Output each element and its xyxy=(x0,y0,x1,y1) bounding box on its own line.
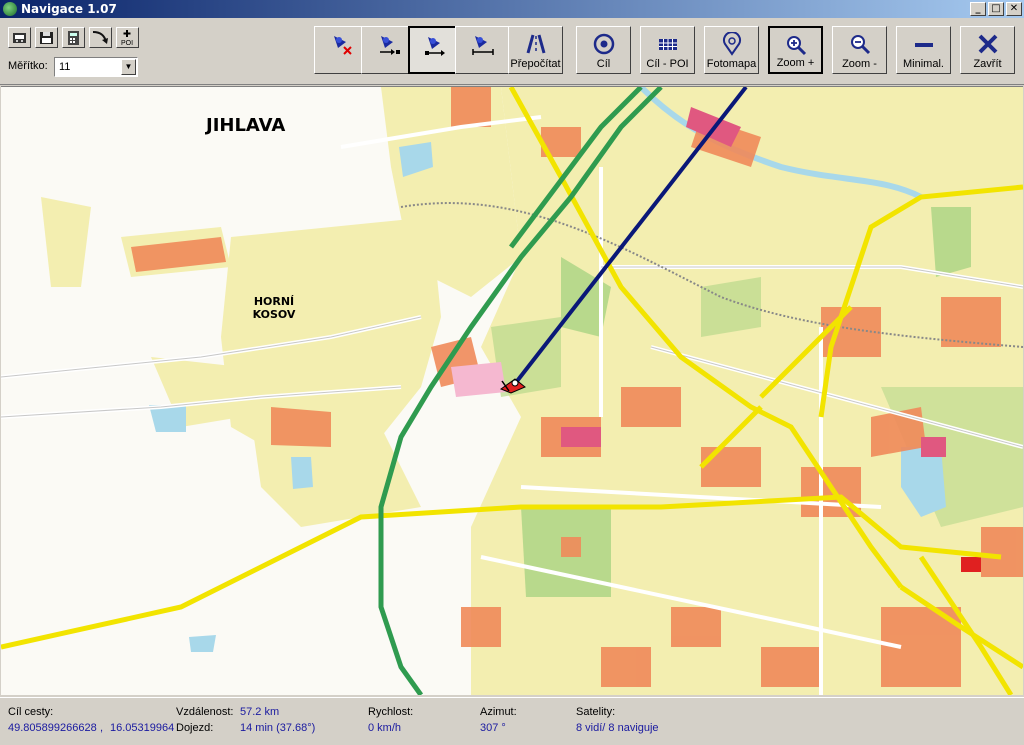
waypoint-route-icon xyxy=(424,37,445,56)
close-app-label: Zavřít xyxy=(973,58,1002,70)
hospital-area xyxy=(451,362,506,397)
minimal-label: Minimal. xyxy=(903,58,944,70)
target-poi-button[interactable]: Cíl - POI xyxy=(640,26,695,74)
chevron-down-icon[interactable]: ▼ xyxy=(121,59,136,75)
zoom-out-button[interactable]: Zoom - xyxy=(832,26,887,74)
recalculate-button[interactable]: Přepočítat xyxy=(508,26,563,74)
save-icon xyxy=(40,32,53,44)
minimize-button[interactable]: _ xyxy=(970,2,986,16)
add-poi-icon: POI xyxy=(121,30,133,47)
waypoint-end-icon xyxy=(471,36,494,55)
eta-label: Dojezd: xyxy=(176,722,214,734)
azimuth-label: Azimut: xyxy=(480,706,517,718)
scale-value: 11 xyxy=(59,61,71,73)
target-latitude: 49.805899266628 xyxy=(8,722,97,734)
globe-icon xyxy=(3,2,17,16)
window-title: Navigace 1.07 xyxy=(21,2,117,16)
close-app-button[interactable]: Zavřít xyxy=(960,26,1015,74)
route-button[interactable] xyxy=(89,27,112,48)
district-label-line-1: HORNÍ xyxy=(253,295,295,308)
gps-receiver-button[interactable] xyxy=(8,27,31,48)
save-button[interactable] xyxy=(35,27,58,48)
waypoint-end-button[interactable] xyxy=(455,26,510,74)
distance-value: 57.2 km xyxy=(240,706,280,718)
target-coords-label: Cíl cesty: xyxy=(8,706,54,718)
map-view[interactable]: JIHLAVA HORNÍ KOSOV xyxy=(1,86,1023,695)
add-poi-button[interactable]: POI xyxy=(116,27,139,48)
district-label: HORNÍ KOSOV xyxy=(251,295,297,321)
photo-map-icon xyxy=(722,32,741,56)
zoom-in-icon xyxy=(786,36,806,56)
title-bar: Navigace 1.07 _ □ ✕ xyxy=(0,0,1024,18)
satellites-label: Satelity: xyxy=(576,706,616,718)
car-position-icon xyxy=(499,378,526,394)
route-icon xyxy=(92,31,108,44)
recalculate-label: Přepočítat xyxy=(510,58,561,70)
zoom-out-icon xyxy=(850,35,870,55)
calculator-icon xyxy=(68,31,79,45)
district-label-line-2: KOSOV xyxy=(252,308,296,321)
close-button[interactable]: ✕ xyxy=(1006,2,1022,16)
photo-map-label: Fotomapa xyxy=(706,58,757,70)
scale-label: Měřítko: xyxy=(8,60,48,72)
zoom-in-button[interactable]: Zoom + xyxy=(768,26,823,74)
zoom-in-label: Zoom + xyxy=(776,57,815,69)
coord-separator: , xyxy=(100,722,104,734)
status-bar: Cíl cesty: 49.805899266628 , 16.05319964… xyxy=(0,697,1024,745)
maximize-button[interactable]: □ xyxy=(988,2,1004,16)
calculator-button[interactable] xyxy=(62,27,85,48)
zoom-out-label: Zoom - xyxy=(842,58,877,70)
toolbar: POI Měřítko: 11 ▼ Přepočítat Cíl Cíl - P… xyxy=(0,18,1024,85)
minimal-button[interactable]: Minimal. xyxy=(896,26,951,74)
eta-value: 14 min (37.68°) xyxy=(240,722,316,734)
waypoint-forward-icon xyxy=(379,36,400,55)
distance-label: Vzdálenost: xyxy=(176,706,234,718)
satellites-value: 8 vidí/ 8 naviguje xyxy=(576,722,659,734)
recalculate-road-icon xyxy=(526,34,545,54)
close-x-icon xyxy=(978,34,997,54)
target-icon xyxy=(593,33,614,55)
azimuth-value: 307 ° xyxy=(480,722,506,734)
gps-receiver-icon xyxy=(13,33,26,43)
photo-map-button[interactable]: Fotomapa xyxy=(704,26,759,74)
target-label: Cíl xyxy=(596,58,611,70)
scale-select[interactable]: 11 ▼ xyxy=(54,57,138,77)
speed-label: Rychlost: xyxy=(368,706,414,718)
target-poi-label: Cíl - POI xyxy=(646,58,689,70)
poi-grid-icon xyxy=(658,39,677,50)
speed-value: 0 km/h xyxy=(368,722,402,734)
add-poi-label: POI xyxy=(121,40,133,47)
remove-waypoint-icon xyxy=(333,36,352,55)
target-button[interactable]: Cíl xyxy=(576,26,631,74)
target-longitude: 16.05319964 xyxy=(110,722,174,734)
minimize-icon xyxy=(914,43,933,47)
city-label: JIHLAVA xyxy=(206,115,286,136)
